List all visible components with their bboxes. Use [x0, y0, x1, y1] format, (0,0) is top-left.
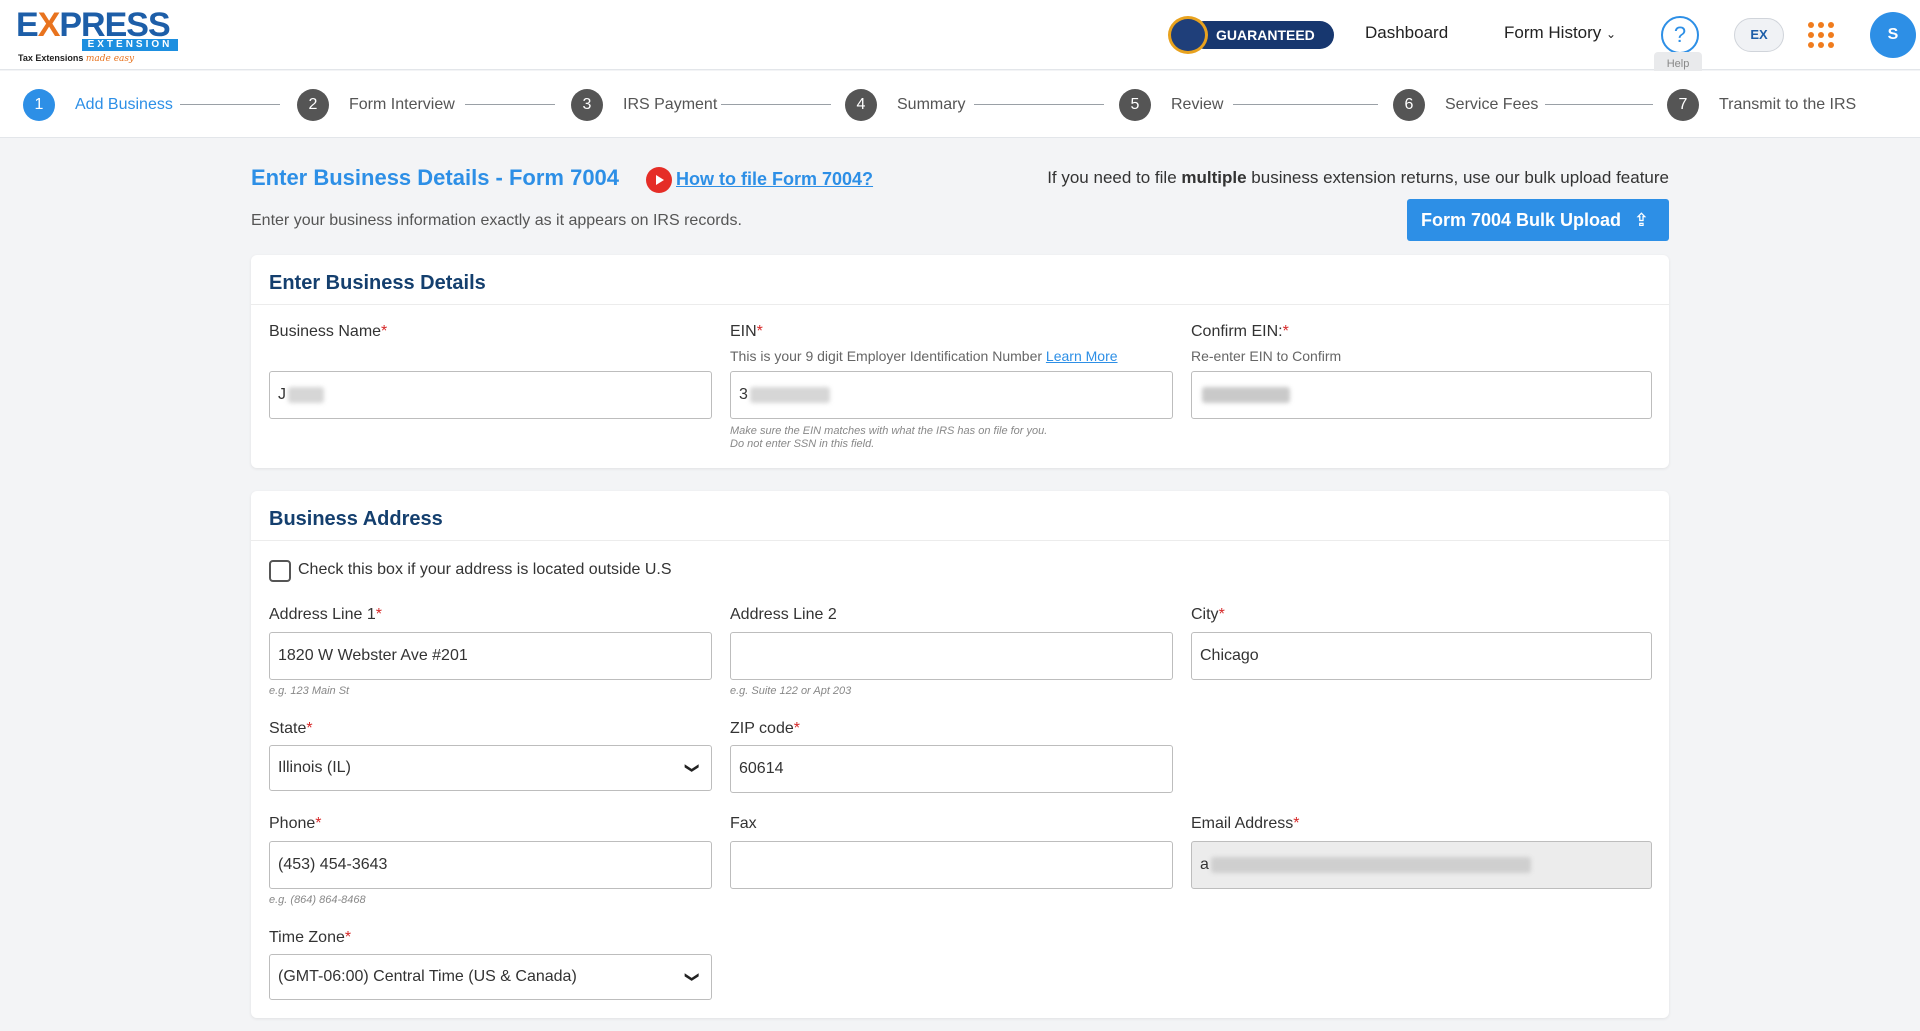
outside-us-label: Check this box if your address is locate…	[298, 561, 672, 578]
express-extension-logo[interactable]: EXPRESS EXTENSION Tax Extensions made ea…	[16, 6, 178, 64]
step-connector	[974, 104, 1104, 105]
ein-help-text: Make sure the EIN matches with what the …	[730, 425, 1048, 450]
address-line1-label: Address Line 1*	[269, 606, 382, 623]
step-form-interview[interactable]: 2 Form Interview	[297, 88, 455, 122]
app-grid-icon[interactable]	[1808, 22, 1834, 48]
time-zone-label: Time Zone*	[269, 929, 352, 946]
email-input[interactable]: a	[1191, 841, 1652, 889]
outside-us-checkbox[interactable]	[269, 560, 291, 582]
confirm-ein-hint: Re-enter EIN to Confirm	[1191, 348, 1342, 364]
email-label: Email Address*	[1191, 815, 1300, 832]
step-connector	[1545, 104, 1653, 105]
how-to-file-video-link[interactable]: How to file Form 7004?	[676, 169, 873, 190]
ein-hint: This is your 9 digit Employer Identifica…	[730, 348, 1118, 364]
step-irs-payment[interactable]: 3 IRS Payment	[571, 88, 717, 122]
ex-cloud-icon[interactable]: EX	[1734, 18, 1784, 52]
step-connector	[721, 104, 831, 105]
guarantee-seal-icon	[1168, 16, 1208, 54]
state-label: State*	[269, 720, 313, 737]
nav-form-history[interactable]: Form History ⌄	[1504, 23, 1616, 43]
upload-icon: ⇪	[1633, 210, 1649, 230]
business-address-heading: Business Address	[251, 491, 1669, 541]
fax-input[interactable]	[730, 841, 1173, 889]
business-name-input[interactable]: J	[269, 371, 712, 419]
confirm-ein-label: Confirm EIN:*	[1191, 323, 1289, 340]
step-connector	[1233, 104, 1378, 105]
guaranteed-badge: GUARANTEED	[1168, 14, 1336, 56]
state-select[interactable]: Illinois (IL) ❯	[269, 745, 712, 791]
step-transmit-irs[interactable]: 7 Transmit to the IRS	[1667, 88, 1856, 122]
address-line1-help: e.g. 123 Main St	[269, 685, 350, 697]
fax-label: Fax	[730, 815, 757, 832]
address-line1-input[interactable]: 1820 W Webster Ave #201	[269, 632, 712, 680]
step-service-fees[interactable]: 6 Service Fees	[1393, 88, 1538, 122]
user-avatar[interactable]: S	[1870, 12, 1916, 58]
step-summary[interactable]: 4 Summary	[845, 88, 965, 122]
business-details-card: Enter Business Details Business Name* J …	[251, 255, 1669, 468]
city-label: City*	[1191, 606, 1225, 623]
confirm-ein-input[interactable]	[1191, 371, 1652, 419]
step-connector	[180, 104, 280, 105]
page-title: Enter Business Details - Form 7004	[251, 165, 620, 190]
step-connector	[465, 104, 555, 105]
phone-help: e.g. (864) 864-8468	[269, 894, 366, 906]
bulk-upload-button[interactable]: Form 7004 Bulk Upload ⇪	[1407, 199, 1669, 241]
help-icon[interactable]: ?	[1661, 16, 1699, 54]
city-input[interactable]: Chicago	[1191, 632, 1652, 680]
top-header: EXPRESS EXTENSION Tax Extensions made ea…	[0, 0, 1920, 76]
page-subtitle: Enter your business information exactly …	[251, 212, 742, 229]
ein-input[interactable]: 3	[730, 371, 1173, 419]
business-details-heading: Enter Business Details	[251, 255, 1669, 305]
business-address-card: Business Address Check this box if your …	[251, 491, 1669, 1018]
chevron-down-icon: ❯	[685, 971, 702, 983]
step-review[interactable]: 5 Review	[1119, 88, 1223, 122]
chevron-down-icon: ⌄	[1606, 27, 1617, 41]
address-line2-input[interactable]	[730, 632, 1173, 680]
ein-label: EIN*	[730, 323, 763, 340]
nav-dashboard[interactable]: Dashboard	[1365, 23, 1448, 43]
step-add-business[interactable]: 1 Add Business	[23, 88, 173, 122]
time-zone-select[interactable]: (GMT-06:00) Central Time (US & Canada) ❯	[269, 954, 712, 1000]
bulk-upload-note: If you need to file multiple business ex…	[1047, 168, 1669, 187]
zip-input[interactable]: 60614	[730, 745, 1173, 793]
address-line2-label: Address Line 2	[730, 606, 837, 623]
address-line2-help: e.g. Suite 122 or Apt 203	[730, 685, 852, 697]
business-name-label: Business Name*	[269, 323, 388, 340]
learn-more-link[interactable]: Learn More	[1046, 348, 1118, 364]
phone-label: Phone*	[269, 815, 322, 832]
phone-input[interactable]: (453) 454-3643	[269, 841, 712, 889]
chevron-down-icon: ❯	[685, 762, 702, 774]
zip-label: ZIP code*	[730, 720, 800, 737]
youtube-icon[interactable]	[646, 167, 672, 193]
